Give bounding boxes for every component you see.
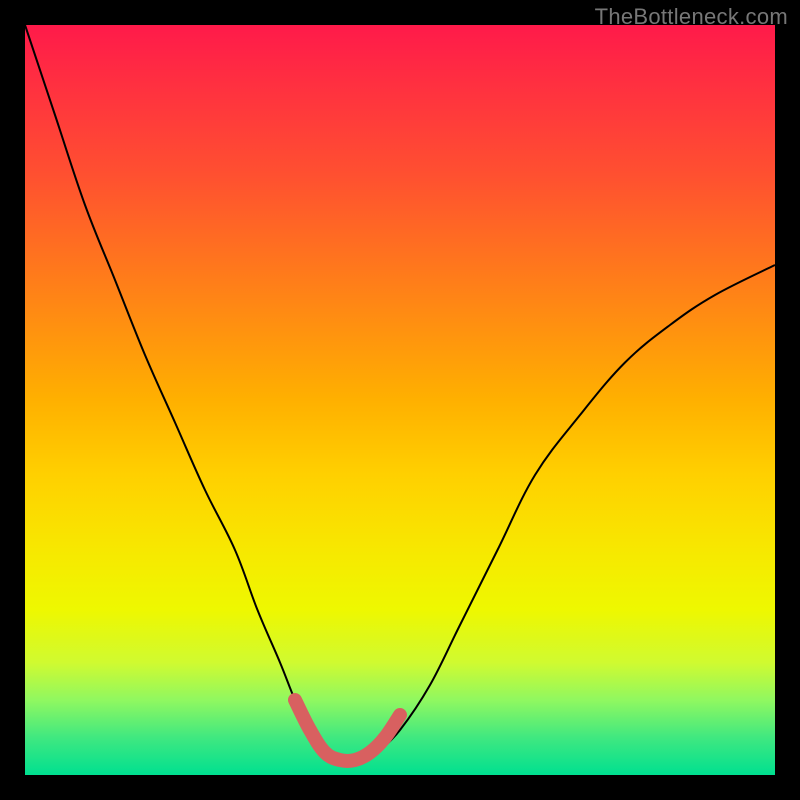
curve-right-black bbox=[378, 265, 776, 753]
curve-valley-highlight bbox=[295, 700, 400, 761]
chart-stage: TheBottleneck.com bbox=[0, 0, 800, 800]
watermark-text: TheBottleneck.com bbox=[595, 4, 788, 30]
plot-area bbox=[25, 25, 775, 775]
chart-svg bbox=[25, 25, 775, 775]
curve-left-black bbox=[25, 25, 325, 753]
